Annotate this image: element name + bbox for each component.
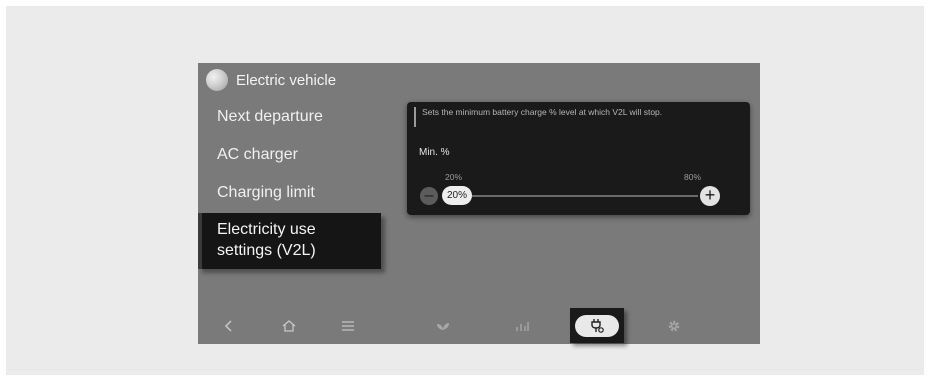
energy-stats-icon bbox=[516, 321, 529, 331]
menu-item-label: AC charger bbox=[217, 146, 298, 163]
home-icon bbox=[282, 320, 296, 332]
nav-charging-button[interactable] bbox=[570, 308, 624, 343]
page-frame: Electric vehicle Next departure AC charg… bbox=[6, 6, 924, 375]
panel-description: Sets the minimum battery charge % level … bbox=[422, 107, 663, 117]
ev-app-icon bbox=[206, 69, 228, 91]
menu-item-ac-charger[interactable]: AC charger bbox=[217, 146, 298, 164]
description-bar bbox=[414, 107, 416, 127]
back-icon bbox=[224, 320, 232, 332]
decrease-button[interactable]: – bbox=[420, 187, 438, 205]
infotainment-screen: Electric vehicle Next departure AC charg… bbox=[198, 63, 760, 344]
menu-item-charging-limit[interactable]: Charging limit bbox=[217, 184, 315, 202]
minus-icon: – bbox=[424, 187, 434, 204]
charging-plug-icon bbox=[591, 319, 604, 333]
menu-item-next-departure[interactable]: Next departure bbox=[217, 108, 323, 126]
menu-item-label: Next departure bbox=[217, 108, 323, 125]
v2l-min-charge-panel: Sets the minimum battery charge % level … bbox=[407, 102, 750, 215]
bottom-nav-bar bbox=[198, 308, 760, 344]
nav-eco-button[interactable] bbox=[430, 308, 456, 344]
slider-track[interactable] bbox=[461, 195, 698, 197]
nav-energy-button[interactable] bbox=[509, 308, 535, 344]
eco-leaf-icon bbox=[437, 323, 449, 330]
min-percent-label: Min. % bbox=[419, 147, 450, 158]
slider-tick-min: 20% bbox=[445, 172, 463, 182]
menu-item-label-line2: settings (V2L) bbox=[217, 242, 316, 259]
active-indicator bbox=[198, 213, 202, 269]
increase-button[interactable]: + bbox=[700, 186, 720, 206]
nav-settings-button[interactable] bbox=[661, 308, 687, 344]
menu-item-v2l-settings[interactable]: Electricity use settings (V2L) bbox=[198, 213, 381, 269]
nav-home-button[interactable] bbox=[276, 308, 302, 344]
menu-icon bbox=[342, 321, 354, 331]
nav-menu-button[interactable] bbox=[335, 308, 361, 344]
slider-tick-max: 80% bbox=[684, 172, 702, 182]
app-header: Electric vehicle bbox=[198, 63, 336, 97]
menu-item-label: Charging limit bbox=[217, 184, 315, 201]
nav-back-button[interactable] bbox=[216, 308, 242, 344]
menu-item-label-line1: Electricity use bbox=[217, 221, 316, 238]
nav-charging-pill bbox=[575, 315, 619, 337]
menu-item-label: Electricity use settings (V2L) bbox=[217, 219, 316, 261]
app-title: Electric vehicle bbox=[236, 71, 337, 89]
plus-icon: + bbox=[704, 185, 716, 205]
settings-gear-icon bbox=[668, 320, 680, 332]
slider-thumb[interactable]: 20% bbox=[442, 186, 472, 205]
